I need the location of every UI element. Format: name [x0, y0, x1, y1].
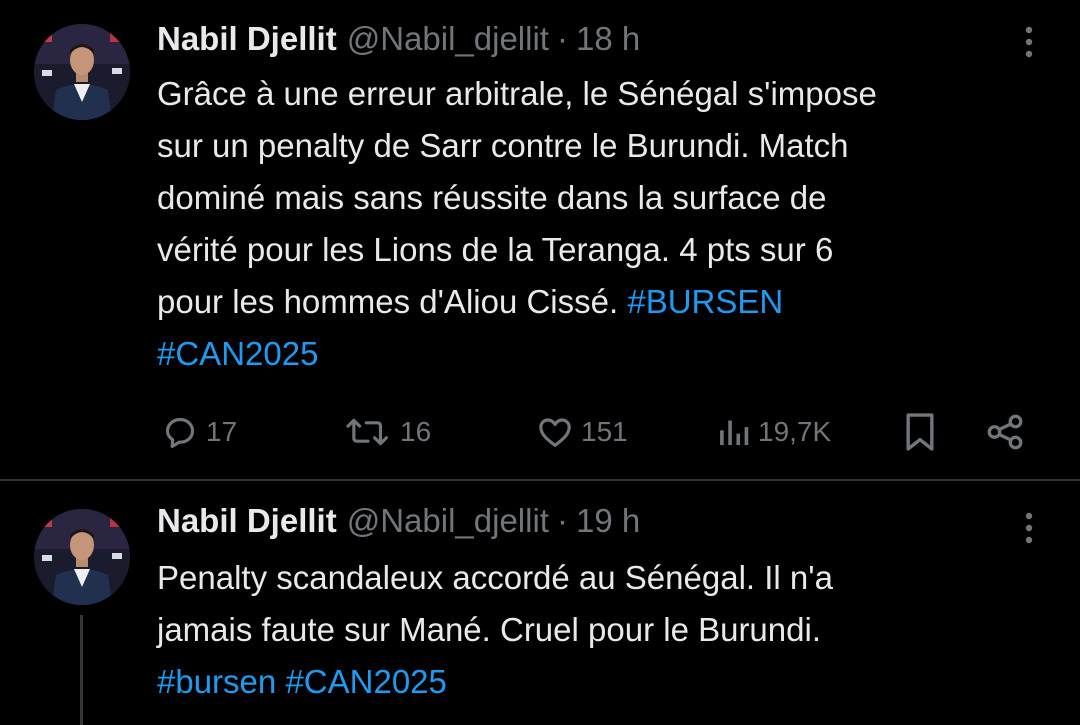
tweet-timestamp[interactable]: 18 h — [576, 20, 640, 58]
like-count: 151 — [581, 416, 628, 447]
header-separator: · — [556, 502, 568, 539]
avatar[interactable] — [34, 24, 130, 120]
bookmark-icon — [901, 410, 939, 454]
share-icon — [984, 411, 1026, 453]
author-name[interactable]: Nabil Djellit — [157, 20, 337, 58]
views-icon — [716, 412, 752, 452]
tweet-text-line: sur un penalty de Sarr contre le Burundi… — [157, 127, 849, 164]
tweet-actions: 17 16 151 19,7K — [0, 408, 1080, 456]
tweet-header: Nabil Djellit @Nabil_djellit · 18 h — [157, 19, 640, 59]
tweet-text: Penalty scandaleux accordé au Sénégal. I… — [157, 552, 1057, 708]
views-count: 19,7K — [758, 416, 832, 447]
tweet-header: Nabil Djellit @Nabil_djellit · 19 h — [157, 501, 640, 541]
tweet-text-line: #CAN2025 — [157, 328, 1057, 380]
repost-button[interactable]: 16 — [342, 408, 431, 456]
share-button[interactable] — [984, 408, 1026, 456]
thread-connector-line — [80, 615, 83, 725]
hashtag-link[interactable]: #BURSEN — [627, 283, 783, 320]
tweet-text-line: pour les hommes d'Aliou Cissé. #BURSEN — [157, 276, 1057, 328]
tweet-card[interactable]: Nabil Djellit @Nabil_djellit · 18 h Grâc… — [0, 0, 1080, 480]
like-icon — [535, 412, 575, 452]
reply-button[interactable]: 17 — [160, 408, 237, 456]
header-separator: · — [556, 20, 568, 57]
more-icon[interactable] — [1017, 22, 1041, 62]
tweet-card[interactable]: Nabil Djellit @Nabil_djellit · 19 h Pena… — [0, 481, 1080, 725]
tweet-text-line: vérité pour les Lions de la Teranga. 4 p… — [157, 231, 834, 268]
author-handle[interactable]: @Nabil_djellit — [347, 20, 549, 58]
more-icon[interactable] — [1017, 508, 1041, 548]
hashtag-link[interactable]: #CAN2025 — [157, 335, 318, 372]
reply-count: 17 — [206, 416, 238, 447]
tweet-text: Grâce à une erreur arbitrale, le Sénégal… — [157, 68, 1057, 380]
author-handle[interactable]: @Nabil_djellit — [347, 502, 549, 540]
tweet-text-fragment: pour les hommes d'Aliou Cissé. — [157, 283, 628, 320]
like-button[interactable]: 151 — [535, 408, 628, 456]
tweet-timestamp[interactable]: 19 h — [576, 502, 640, 540]
views-button[interactable]: 19,7K — [716, 408, 831, 456]
author-name[interactable]: Nabil Djellit — [157, 502, 337, 540]
repost-icon — [342, 412, 394, 452]
reply-icon — [160, 412, 200, 452]
avatar[interactable] — [34, 509, 130, 605]
tweet-text-line: Penalty scandaleux accordé au Sénégal. I… — [157, 559, 833, 596]
tweet-text-line: #bursen #CAN2025 — [157, 656, 1057, 708]
hashtag-link[interactable]: #bursen — [157, 663, 276, 700]
tweet-text-line: jamais faute sur Mané. Cruel pour le Bur… — [157, 611, 821, 648]
repost-count: 16 — [400, 416, 432, 447]
tweet-text-line: dominé mais sans réussite dans la surfac… — [157, 179, 827, 216]
tweet-text-line: Grâce à une erreur arbitrale, le Sénégal… — [157, 75, 877, 112]
bookmark-button[interactable] — [901, 408, 939, 456]
hashtag-link[interactable]: #CAN2025 — [285, 663, 446, 700]
